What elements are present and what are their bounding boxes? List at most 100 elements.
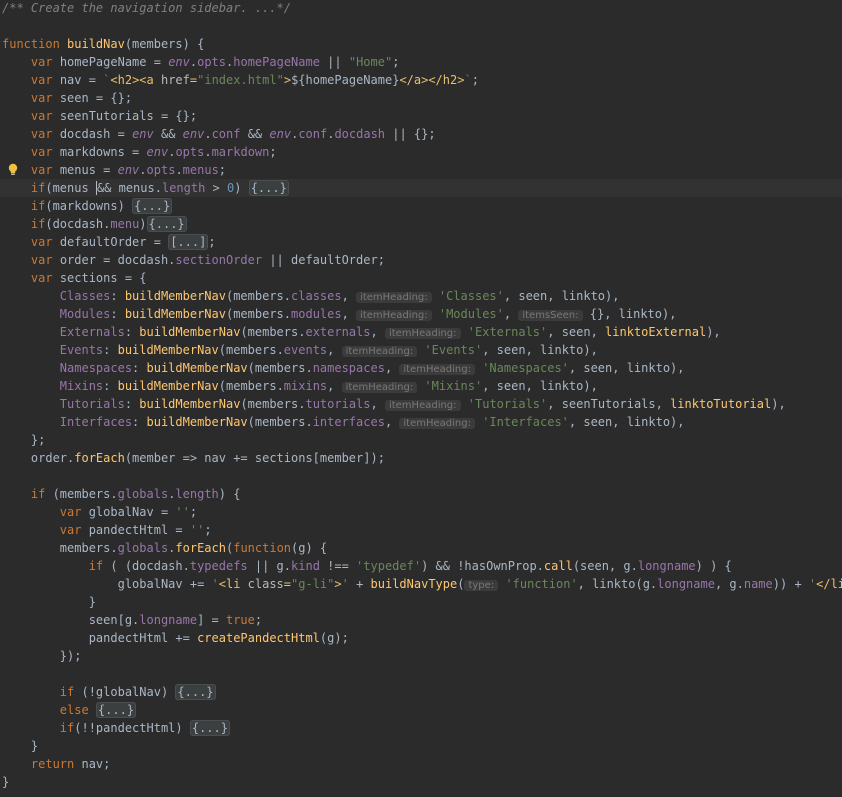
- folded-region[interactable]: {...}: [248, 180, 289, 196]
- property: conf: [211, 127, 241, 141]
- code-text: ,: [384, 415, 400, 429]
- code-text: }: [2, 595, 96, 609]
- code-line[interactable]: [0, 467, 2, 485]
- code-line[interactable]: var nav = `<h2><a href="index.html">${ho…: [0, 71, 479, 89]
- code-line[interactable]: order.forEach(member => nav += sections[…: [0, 449, 385, 467]
- code-line[interactable]: }: [0, 593, 96, 611]
- folded-region[interactable]: {...}: [189, 720, 230, 736]
- code-text: ;: [269, 145, 277, 159]
- code-line[interactable]: /** Create the navigation sidebar. ...*/: [0, 0, 291, 17]
- property: Classes: [59, 289, 111, 303]
- code-line[interactable]: if(!!pandectHtml) {...}: [0, 719, 230, 737]
- string-literal: "Home": [348, 55, 393, 69]
- code-text: order = docdash.: [59, 253, 176, 267]
- property: longname: [637, 559, 696, 573]
- code-line[interactable]: }: [0, 737, 38, 755]
- code-line[interactable]: var seen = {};: [0, 89, 132, 107]
- code-line[interactable]: if(docdash.menu) {...}: [0, 215, 187, 233]
- code-text: (!!pandectHtml): [74, 721, 190, 735]
- code-text: ) {: [218, 487, 241, 501]
- folded-region[interactable]: {...}: [95, 702, 137, 718]
- code-text: ,: [327, 379, 342, 393]
- code-line[interactable]: if(menus && menus.length > 0) {...}: [0, 179, 842, 197]
- code-text: ,: [341, 307, 357, 321]
- code-line[interactable]: pandectHtml += createPandectHtml(g);: [0, 629, 349, 647]
- code-line[interactable]: [0, 17, 2, 35]
- code-line[interactable]: var seenTutorials = {};: [0, 107, 197, 125]
- code-line[interactable]: [0, 665, 2, 683]
- code-text: }: [2, 739, 39, 753]
- code-line[interactable]: Tutorials: buildMemberNav(members.tutori…: [0, 395, 786, 413]
- function-name: buildMemberNav: [124, 289, 226, 303]
- code-text: , seen, linkto),: [503, 289, 620, 303]
- code-text: &&: [153, 127, 183, 141]
- code-line[interactable]: var globalNav = '';: [0, 503, 197, 521]
- code-text: nav;: [81, 757, 111, 771]
- folded-region[interactable]: {...}: [132, 198, 173, 214]
- function-name: call: [543, 559, 573, 573]
- function-name: linktoTutorial: [670, 397, 772, 411]
- code-line[interactable]: if ( (docdash.typedefs || g.kind !== 'ty…: [0, 557, 732, 575]
- code-line[interactable]: Interfaces: buildMemberNav(members.inter…: [0, 413, 685, 431]
- code-line[interactable]: });: [0, 647, 82, 665]
- code-line[interactable]: Namespaces: buildMemberNav(members.names…: [0, 359, 685, 377]
- property: Mixins: [59, 379, 104, 393]
- code-line[interactable]: Events: buildMemberNav(members.events, i…: [0, 341, 598, 359]
- code-line[interactable]: }: [0, 773, 9, 791]
- code-text: {}, linkto),: [582, 307, 677, 321]
- keyword: var: [30, 109, 60, 123]
- property: namespaces: [312, 361, 385, 375]
- code-line[interactable]: var homePageName = env.opts.homePageName…: [0, 53, 400, 71]
- string-literal: '': [189, 523, 205, 537]
- comment: /** Create the navigation sidebar. ...*/: [2, 1, 291, 15]
- code-line[interactable]: if(markdowns) {...}: [0, 197, 173, 215]
- code-text: ,: [327, 343, 342, 357]
- code-text: (members.: [225, 307, 292, 321]
- code-line[interactable]: var menus = env.opts.menus;: [0, 161, 226, 179]
- code-editor[interactable]: /** Create the navigation sidebar. ...*/…: [0, 0, 842, 797]
- code-line[interactable]: var docdash = env && env.conf && env.con…: [0, 125, 436, 143]
- parameter-hint: itemHeading:: [356, 292, 432, 303]
- code-line[interactable]: if (members.globals.length) {: [0, 485, 241, 503]
- folded-region[interactable]: [...]: [168, 234, 209, 250]
- property: opts: [146, 163, 176, 177]
- code-text: (markdowns): [45, 199, 133, 213]
- code-line[interactable]: function buildNav(members) {: [0, 35, 204, 53]
- code-line[interactable]: seen[g.longname] = true;: [0, 611, 262, 629]
- code-line[interactable]: var defaultOrder = [...];: [0, 233, 216, 251]
- folded-region[interactable]: {...}: [175, 684, 216, 700]
- code-line[interactable]: var pandectHtml = '';: [0, 521, 212, 539]
- code-line[interactable]: Mixins: buildMemberNav(members.mixins, i…: [0, 377, 598, 395]
- code-text: .: [204, 145, 212, 159]
- property: opts: [197, 55, 227, 69]
- code-text: (seen, g.: [572, 559, 638, 573]
- keyword: var: [30, 253, 60, 267]
- folded-region[interactable]: {...}: [146, 216, 187, 232]
- code-line[interactable]: Classes: buildMemberNav(members.classes,…: [0, 287, 619, 305]
- code-line[interactable]: Externals: buildMemberNav(members.extern…: [0, 323, 721, 341]
- string-literal: 'function': [505, 577, 578, 591]
- code-text: &&: [240, 127, 270, 141]
- code-line[interactable]: };: [0, 431, 45, 449]
- code-line[interactable]: Modules: buildMemberNav(members.modules,…: [0, 305, 676, 323]
- code-line[interactable]: globalNav += '<li class="g-li">' + build…: [0, 575, 842, 593]
- code-text: :: [124, 325, 140, 339]
- code-text: (members.: [247, 361, 313, 375]
- code-line[interactable]: var order = docdash.sectionOrder || defa…: [0, 251, 385, 269]
- global-variable: env: [146, 145, 169, 159]
- code-line[interactable]: var markdowns = env.opts.markdown;: [0, 143, 277, 161]
- code-line[interactable]: return nav;: [0, 755, 110, 773]
- code-line[interactable]: if (!globalNav) {...}: [0, 683, 216, 701]
- code-line[interactable]: var sections = {: [0, 269, 147, 287]
- string-literal: 'Classes': [438, 289, 504, 303]
- string-literal: '': [175, 505, 190, 519]
- code-line[interactable]: members.globals.forEach(function(g) {: [0, 539, 327, 557]
- code-text: || g.: [247, 559, 292, 573]
- code-line[interactable]: else {...}: [0, 701, 137, 719]
